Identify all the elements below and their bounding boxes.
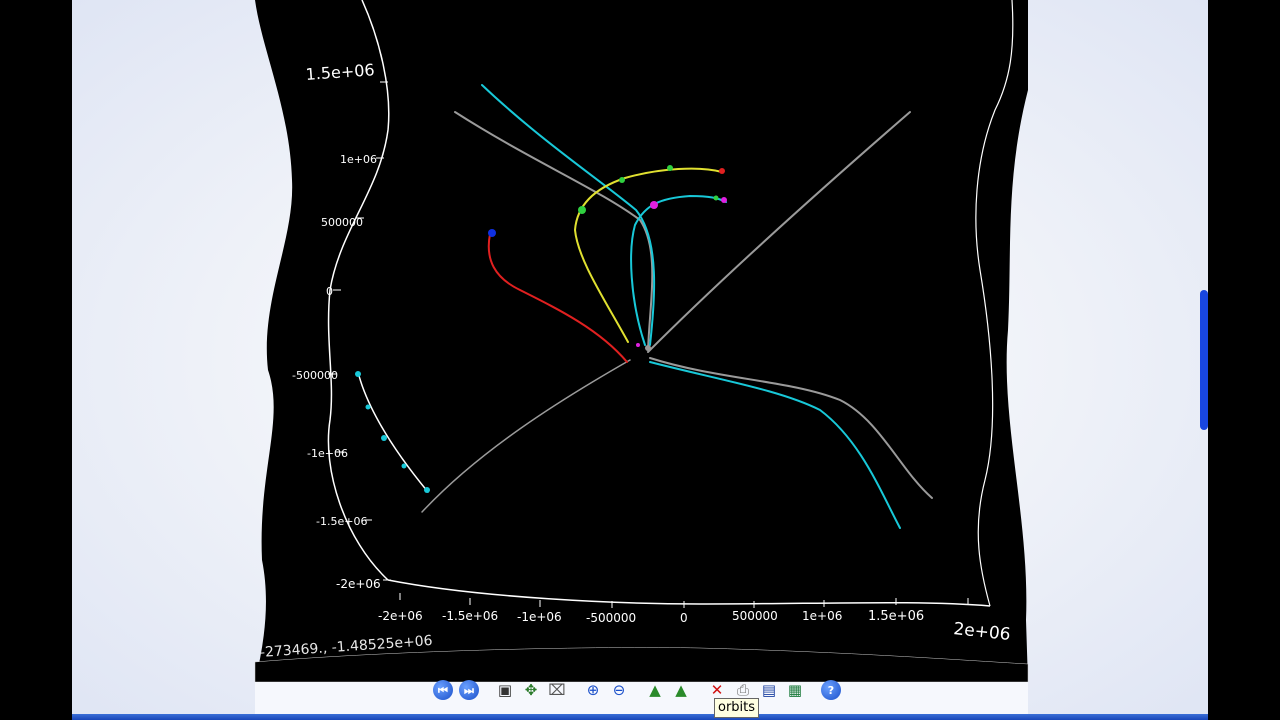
zoom-in-icon: ⊕: [586, 680, 600, 699]
rewind-icon: ⏮: [433, 680, 453, 700]
toolbar-separator: [634, 680, 644, 700]
mountain-right-icon: ▲: [675, 680, 687, 699]
x-tick-label: 1.5e+06: [868, 609, 924, 624]
mountain-right-button[interactable]: ▲: [670, 678, 692, 702]
mountain-left-icon: ▲: [649, 680, 661, 699]
fit-view-icon: ▣: [497, 680, 513, 699]
fit-view-button[interactable]: ▣: [494, 678, 516, 702]
y-tick-label: 1e+06: [340, 153, 377, 166]
x-tick-label: 0: [680, 611, 688, 625]
help-button[interactable]: ?: [820, 678, 842, 702]
toolbar-separator: [810, 680, 820, 700]
x-tick-label: -1.5e+06: [442, 609, 498, 623]
x-tick-label: 1e+06: [802, 609, 842, 623]
zoom-in-button[interactable]: ⊕: [582, 678, 604, 702]
crop-icon: ⌧: [548, 680, 566, 699]
x-tick-label: 500000: [732, 609, 778, 623]
plot-toolbar: ⏮ ⏭ ▣ ✥ ⌧ ⊕ ⊖ ▲ ▲ ✕ ⎙ ▤ ▦ ?: [432, 672, 852, 708]
mountain-left-button[interactable]: ▲: [644, 678, 666, 702]
x-tick-label: -500000: [586, 611, 636, 625]
y-tick-label: -2e+06: [336, 577, 381, 591]
zoom-out-icon: ⊖: [612, 680, 626, 699]
y-tick-label: -1.5e+06: [316, 515, 367, 528]
desktop-taskbar-strip: [72, 714, 1208, 720]
crop-button[interactable]: ⌧: [546, 678, 568, 702]
plot-window: 1.5e+06 1e+06 500000 0 -500000 -1e+06 -1…: [254, 0, 1029, 714]
toolbar-separator: [572, 680, 582, 700]
clear-orbits-icon: ✕: [710, 680, 724, 699]
rewind-button[interactable]: ⏮: [432, 678, 454, 702]
help-icon: ?: [821, 680, 841, 700]
fast-forward-button[interactable]: ⏭: [458, 678, 480, 702]
x-tick-label: -2e+06: [378, 609, 423, 623]
y-tick-label: 0: [326, 285, 333, 298]
save-button[interactable]: ▤: [758, 678, 780, 702]
print-icon: ⎙: [736, 680, 749, 699]
zoom-out-button[interactable]: ⊖: [608, 678, 630, 702]
x-tick-label: -1e+06: [517, 610, 562, 624]
y-tick-label: -500000: [292, 369, 338, 382]
save-icon: ▤: [761, 680, 777, 699]
export-image-button[interactable]: ▦: [784, 678, 806, 702]
pan-button[interactable]: ✥: [520, 678, 542, 702]
fast-forward-icon: ⏭: [459, 680, 479, 700]
tooltip-orbits: orbits: [714, 698, 760, 718]
toolbar-separator: [484, 680, 494, 700]
pan-icon: ✥: [524, 680, 538, 699]
export-image-icon: ▦: [787, 680, 803, 699]
toolbar-separator: [696, 680, 706, 700]
y-tick-label: 500000: [321, 216, 363, 229]
y-tick-label: -1e+06: [307, 447, 348, 460]
